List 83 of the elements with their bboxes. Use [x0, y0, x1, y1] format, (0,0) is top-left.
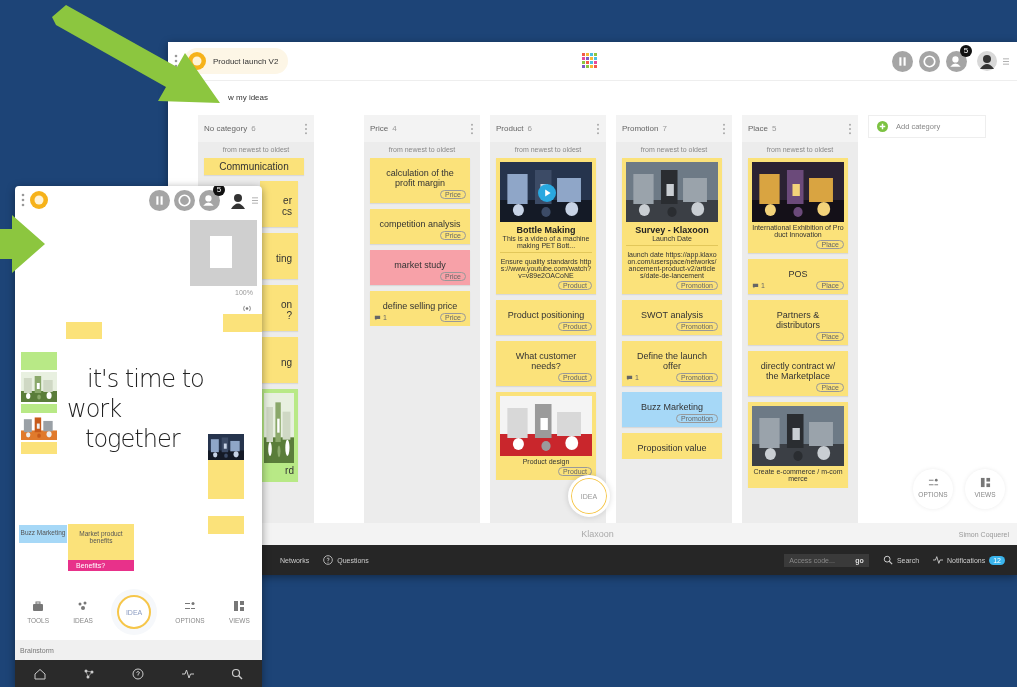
- participants-badge: 5: [960, 44, 972, 57]
- column-count: 7: [662, 124, 667, 133]
- activity-icon[interactable]: [181, 667, 194, 680]
- minimap[interactable]: [190, 220, 257, 286]
- participants-badge: 5: [213, 186, 225, 196]
- idea-card[interactable]: er cs: [260, 181, 298, 227]
- options-icon: [927, 477, 939, 488]
- pause-icon[interactable]: [149, 189, 170, 211]
- card-text: calculation of the profit margin: [385, 167, 455, 190]
- card-text: Buzz Marketing: [640, 401, 704, 414]
- sticky-note[interactable]: [208, 459, 244, 499]
- column-menu-icon[interactable]: [304, 122, 308, 135]
- column-count: 6: [527, 124, 533, 133]
- app-logo-icon: [582, 53, 599, 69]
- card-text: on ?: [279, 298, 293, 323]
- card-text: Communication: [219, 160, 289, 173]
- card-text: SWOT analysis: [640, 309, 704, 322]
- card-title: Survey - Klaxoon: [635, 225, 709, 235]
- participants-icon[interactable]: [946, 50, 967, 72]
- idea-card[interactable]: ting: [260, 233, 298, 279]
- card-text: POS: [787, 268, 809, 281]
- search-icon: [882, 555, 893, 565]
- timer-icon[interactable]: [919, 50, 940, 72]
- card-text: er cs: [281, 194, 293, 219]
- participants-icon[interactable]: [199, 189, 220, 211]
- column-title: Product: [496, 124, 524, 133]
- column-menu-icon[interactable]: [596, 122, 600, 135]
- network-icon[interactable]: [83, 667, 96, 680]
- board-logo-icon[interactable]: [29, 190, 49, 210]
- column-menu-icon[interactable]: [470, 122, 474, 135]
- column-count: 5: [772, 124, 777, 133]
- column-count: 6: [251, 124, 256, 133]
- plus-icon: [877, 121, 888, 132]
- column-title: Price: [370, 124, 389, 133]
- card-text: Proposition value: [636, 442, 708, 455]
- comment-icon: [374, 314, 381, 321]
- column-title: Promotion: [622, 124, 659, 133]
- card-text: directly contract w/ the Marketplace: [759, 360, 837, 383]
- broadcast-icon: [241, 304, 253, 313]
- arrow-drawing: [0, 215, 46, 273]
- card-text: Product positioning: [506, 309, 586, 322]
- menu-icon[interactable]: [21, 193, 25, 207]
- question-icon[interactable]: [132, 667, 145, 680]
- comment-icon: [752, 282, 759, 289]
- card-title: Bottle Making: [516, 225, 576, 235]
- card-text: What customer needs?: [514, 350, 578, 373]
- idea-card[interactable]: ng: [260, 337, 298, 383]
- column-menu-icon[interactable]: [722, 122, 726, 135]
- show-ideas-label[interactable]: w my ideas: [228, 92, 268, 102]
- idea-card[interactable]: Communication: [204, 158, 304, 175]
- handwritten-text: it's time to: [87, 364, 204, 394]
- idea-card[interactable]: on ?: [260, 285, 298, 331]
- avatar-icon[interactable]: [977, 51, 997, 71]
- column-count: 4: [392, 124, 397, 133]
- play-icon[interactable]: [538, 184, 556, 202]
- question-icon: [323, 555, 334, 565]
- activity-icon: [933, 555, 944, 565]
- card-text: competition analysis: [378, 218, 462, 231]
- views-icon: [233, 600, 246, 612]
- handwritten-text: work: [67, 394, 123, 424]
- card-text: Partners & distributors: [775, 309, 821, 332]
- search-icon[interactable]: [231, 667, 244, 680]
- column-menu-icon[interactable]: [848, 122, 852, 135]
- minimap-page: [210, 236, 232, 268]
- idea-card[interactable]: Proposition value: [622, 433, 722, 459]
- card-text: define selling price: [381, 300, 459, 313]
- tools-icon: [32, 600, 45, 612]
- views-icon: [979, 477, 991, 488]
- column-title: No category: [204, 124, 248, 133]
- card-text: rd: [285, 464, 294, 478]
- card-text: ting: [274, 251, 293, 266]
- home-icon[interactable]: [33, 667, 46, 680]
- card-text: ng: [279, 355, 293, 370]
- column-title: Place: [748, 124, 768, 133]
- comment-icon: [626, 374, 633, 381]
- options-icon: [184, 600, 196, 612]
- brand-label: Klaxoon: [581, 529, 614, 539]
- card-text: Define the launch offer: [635, 350, 709, 373]
- handwritten-text: together: [85, 424, 182, 454]
- card-text: market study: [393, 259, 447, 272]
- board-title-button[interactable]: Product launch V2: [184, 48, 289, 74]
- idea-card[interactable]: rd: [260, 389, 298, 482]
- pause-icon[interactable]: [892, 50, 913, 72]
